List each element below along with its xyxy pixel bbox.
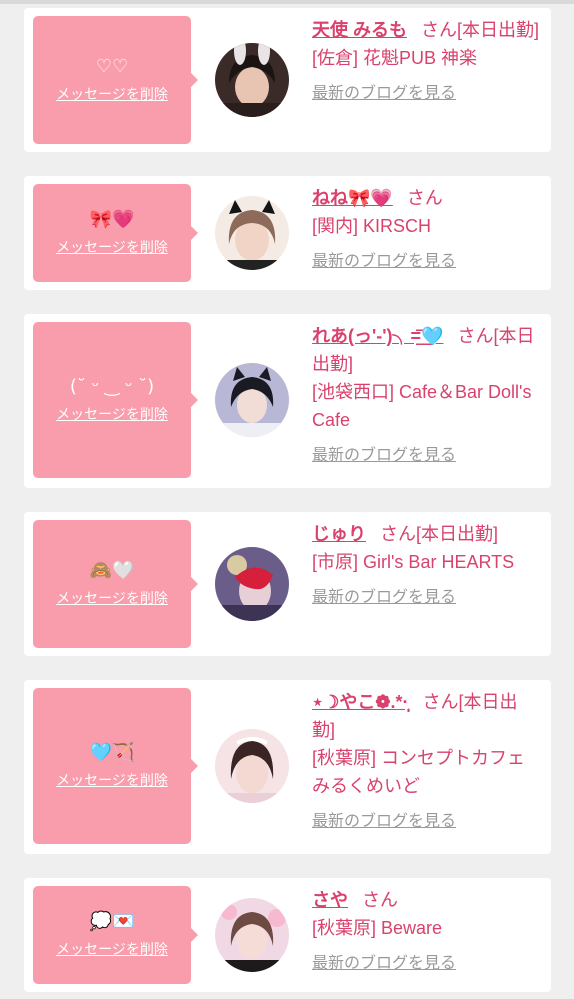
latest-blog-link[interactable]: 最新のブログを見る	[312, 248, 540, 276]
message-bubble: 💭💌 メッセージを削除	[33, 886, 198, 984]
message-bubble: 🙈🤍 メッセージを削除	[33, 520, 198, 648]
shop-label: [秋葉原] コンセプトカフェ みるくめいど	[312, 748, 526, 796]
message-text: (˘ ᵕ ‿ ᵕ ˘)	[69, 376, 155, 397]
status-label: さん	[362, 890, 398, 910]
message-card: 💭💌 メッセージを削除 さや さん [秋葉原] Beware 最新のブログを見る	[24, 878, 551, 992]
message-bubble: 🩵🏹 メッセージを削除	[33, 688, 198, 844]
latest-blog-link[interactable]: 最新のブログを見る	[312, 808, 540, 836]
message-card: (˘ ᵕ ‿ ᵕ ˘) メッセージを削除 れあ(っ'-')╮=͟͟͞͞🩵 さん[本…	[24, 314, 551, 488]
cast-name-link[interactable]: 天使 みるも	[312, 20, 407, 40]
latest-blog-link[interactable]: 最新のブログを見る	[312, 584, 540, 612]
cast-name-link[interactable]: さや	[312, 890, 348, 910]
cast-name-link[interactable]: ⋆☽やこ❁.*·̩͙	[312, 692, 409, 712]
message-card: 🩵🏹 メッセージを削除 ⋆☽やこ❁.*·̩͙ さん[本日出勤] [秋葉原] コンセ…	[24, 680, 551, 854]
avatar[interactable]	[215, 363, 289, 437]
message-card: ♡♡ メッセージを削除 天使 みるも さん[本日出勤] [佐倉] 花魁PUB 神楽…	[24, 8, 551, 152]
status-label: さん[本日出勤]	[421, 20, 540, 40]
latest-blog-link[interactable]: 最新のブログを見る	[312, 950, 540, 978]
message-text: 🩵🏹	[89, 742, 135, 763]
status-label: さん[本日出勤]	[380, 524, 499, 544]
cast-info: さや さん [秋葉原] Beware 最新のブログを見る	[312, 886, 540, 978]
avatar[interactable]	[215, 43, 289, 117]
delete-message-link[interactable]: メッセージを削除	[56, 86, 168, 104]
message-card: 🎀💗 メッセージを削除 ねね🎀💗 さん [関内] KIRSCH 最新のブログを見る	[24, 176, 551, 290]
delete-message-link[interactable]: メッセージを削除	[56, 406, 168, 424]
top-divider	[0, 0, 574, 4]
message-text: 🙈🤍	[89, 560, 135, 581]
cast-name-link[interactable]: ねね🎀💗	[312, 188, 393, 208]
avatar[interactable]	[215, 547, 289, 621]
avatar[interactable]	[215, 729, 289, 803]
shop-label: [市原] Girl's Bar HEARTS	[312, 552, 515, 572]
shop-label: [関内] KIRSCH	[312, 216, 432, 236]
message-text: 🎀💗	[89, 209, 135, 230]
message-bubble: ♡♡ メッセージを削除	[33, 16, 198, 144]
message-bubble: 🎀💗 メッセージを削除	[33, 184, 198, 282]
avatar[interactable]	[215, 898, 289, 972]
shop-label: [佐倉] 花魁PUB 神楽	[312, 48, 478, 68]
cast-name-link[interactable]: れあ(っ'-')╮=͟͟͞͞🩵	[312, 326, 443, 346]
shop-label: [池袋西口] Cafe＆Bar Doll's Cafe	[312, 382, 532, 430]
message-text: ♡♡	[95, 56, 129, 77]
cast-info: 天使 みるも さん[本日出勤] [佐倉] 花魁PUB 神楽 最新のブログを見る	[312, 16, 540, 108]
avatar[interactable]	[215, 196, 289, 270]
delete-message-link[interactable]: メッセージを削除	[56, 941, 168, 959]
status-label: さん	[406, 188, 443, 208]
delete-message-link[interactable]: メッセージを削除	[56, 239, 168, 257]
message-bubble: (˘ ᵕ ‿ ᵕ ˘) メッセージを削除	[33, 322, 198, 478]
message-text: 💭💌	[89, 911, 135, 932]
latest-blog-link[interactable]: 最新のブログを見る	[312, 442, 540, 470]
delete-message-link[interactable]: メッセージを削除	[56, 772, 168, 790]
cast-info: ねね🎀💗 さん [関内] KIRSCH 最新のブログを見る	[312, 184, 540, 276]
cast-name-link[interactable]: じゅり	[312, 524, 366, 544]
message-card: 🙈🤍 メッセージを削除 じゅり さん[本日出勤] [市原] Girl's Bar …	[24, 512, 551, 656]
cast-info: れあ(っ'-')╮=͟͟͞͞🩵 さん[本日出勤] [池袋西口] Cafe＆Bar …	[312, 322, 540, 470]
delete-message-link[interactable]: メッセージを削除	[56, 590, 168, 608]
cast-info: じゅり さん[本日出勤] [市原] Girl's Bar HEARTS 最新のブロ…	[312, 520, 540, 612]
latest-blog-link[interactable]: 最新のブログを見る	[312, 80, 540, 108]
shop-label: [秋葉原] Beware	[312, 918, 443, 938]
cast-info: ⋆☽やこ❁.*·̩͙ さん[本日出勤] [秋葉原] コンセプトカフェ みるくめいど…	[312, 688, 540, 836]
